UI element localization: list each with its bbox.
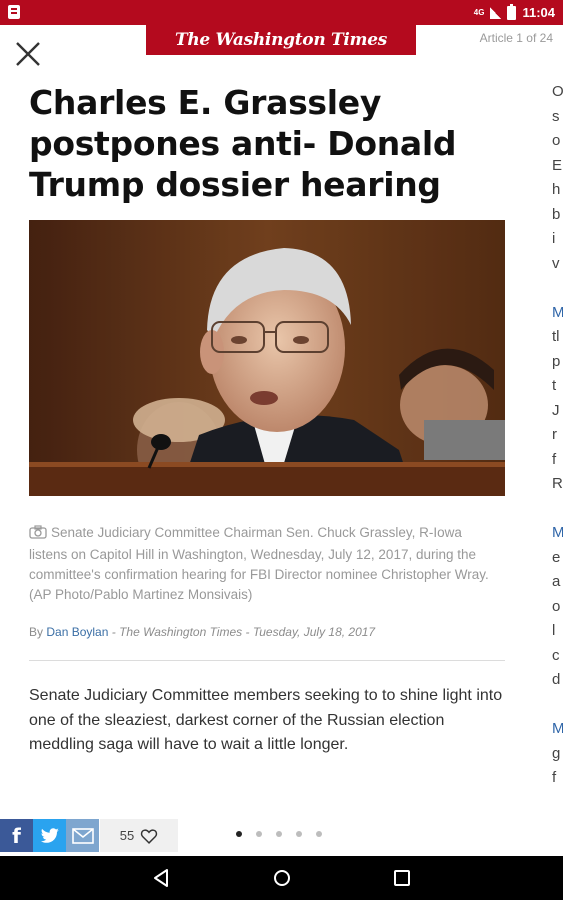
caption-text: Senate Judiciary Committee Chairman Sen.… xyxy=(29,525,489,602)
heart-icon xyxy=(141,828,158,844)
page-indicator xyxy=(236,831,322,837)
next-article-peek-line: O xyxy=(552,83,563,100)
like-button[interactable]: 55 xyxy=(100,819,178,852)
next-article-peek-line: b xyxy=(552,205,561,223)
camera-icon xyxy=(29,525,47,545)
next-article-peek-line: a xyxy=(552,573,561,590)
byline-publication: - The Washington Times - xyxy=(111,625,250,639)
home-icon xyxy=(273,870,290,886)
next-article-peek-line: e xyxy=(552,548,561,566)
next-article-peek-line: t xyxy=(552,377,557,394)
article-photo[interactable] xyxy=(29,220,505,496)
next-article-peek-line: M xyxy=(552,524,563,541)
masthead-logo: The Washington Times xyxy=(146,25,416,55)
next-article-peek-line: p xyxy=(552,352,561,370)
status-icons: 4G 11:04 xyxy=(473,3,555,21)
next-article-peek-line: J xyxy=(552,401,560,419)
facebook-share-button[interactable]: f xyxy=(0,819,33,852)
page-dot[interactable] xyxy=(276,831,282,837)
network-type: 4G xyxy=(473,7,485,17)
home-button[interactable] xyxy=(222,856,342,900)
likes-count: 55 xyxy=(119,828,135,843)
next-article-peek-line: h xyxy=(552,181,561,198)
twitter-share-button[interactable] xyxy=(33,819,66,852)
next-article-peek-line: l xyxy=(552,622,556,639)
next-article-peek-line: M xyxy=(552,303,563,321)
byline-date: Tuesday, July 18, 2017 xyxy=(252,625,376,639)
next-article-peek-line: tl xyxy=(552,328,560,345)
photo-caption: Senate Judiciary Committee Chairman Sen.… xyxy=(29,523,499,605)
next-article-peek-line: M xyxy=(552,720,563,737)
email-icon xyxy=(71,827,94,844)
next-article-peek-line xyxy=(552,497,563,522)
next-article-peek-line xyxy=(552,693,563,718)
next-article-peek-line: g xyxy=(552,744,561,762)
byline-prefix: By xyxy=(29,625,44,639)
next-article-peek-line: f xyxy=(552,769,557,786)
recents-icon xyxy=(393,870,410,886)
close-button[interactable] xyxy=(12,38,44,70)
page-dot[interactable] xyxy=(236,831,242,837)
next-article-peek-line: r xyxy=(552,426,557,443)
next-article-peek-line: v xyxy=(552,254,560,272)
next-article-peek-line: o xyxy=(552,597,561,615)
author-link[interactable]: Dan Boylan xyxy=(46,625,108,639)
next-article-peek-line: f xyxy=(552,450,557,468)
article-body: Senate Judiciary Committee members seeki… xyxy=(29,687,503,753)
next-article-peek-line: d xyxy=(552,671,561,688)
page-dot[interactable] xyxy=(256,831,262,837)
battery-icon xyxy=(507,3,517,20)
system-navigation-bar xyxy=(0,856,563,900)
next-article-peek-line: E xyxy=(552,156,563,174)
email-share-button[interactable] xyxy=(66,819,99,852)
recents-button[interactable] xyxy=(342,856,462,900)
divider xyxy=(29,660,505,661)
page-dot[interactable] xyxy=(316,831,322,837)
next-article-peek[interactable]: Os o Eh b i v Mtl p t Jr f R Me a o l c d Mg f xyxy=(552,80,563,791)
page-dot[interactable] xyxy=(296,831,302,837)
status-bar: 4G 11:04 xyxy=(0,0,563,25)
signal-icon xyxy=(490,6,502,19)
next-article-peek-line: c xyxy=(552,646,560,664)
next-article-peek-line: i xyxy=(552,230,556,247)
byline: By Dan Boylan - The Washington Times - T… xyxy=(29,625,375,639)
notification-icon xyxy=(8,5,20,19)
clock: 11:04 xyxy=(522,5,555,20)
article-counter: Article 1 of 24 xyxy=(479,31,553,45)
back-button[interactable] xyxy=(102,856,222,900)
photo-illustration xyxy=(29,220,505,496)
close-icon xyxy=(16,42,40,66)
twitter-icon xyxy=(40,827,59,843)
back-icon xyxy=(153,869,168,887)
next-article-peek-line: s xyxy=(552,107,560,125)
next-article-peek-line: o xyxy=(552,132,561,149)
facebook-icon: f xyxy=(12,823,21,848)
article-headline: Charles E. Grassley postpones anti- Dona… xyxy=(29,83,457,204)
share-bar: f xyxy=(0,819,99,852)
next-article-peek-line xyxy=(552,276,563,301)
next-article-peek-line: R xyxy=(552,475,563,492)
